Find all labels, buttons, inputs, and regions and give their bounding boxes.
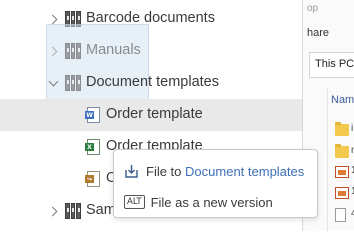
chevron-right-icon[interactable] [49, 204, 59, 218]
binder-icon [65, 203, 81, 219]
drop-options-popup: File to Document templates ALT File as a… [113, 149, 318, 218]
pane-divider [327, 88, 328, 231]
file-as-new-version-option[interactable]: ALT File as a new version [124, 191, 273, 213]
tree-item-label: Document templates [86, 74, 219, 90]
ribbon-tab-share[interactable]: hare [307, 27, 329, 39]
tree-item-order-template-word[interactable]: W Order template [0, 99, 302, 131]
window-title: op [307, 3, 319, 14]
folder-icon[interactable] [335, 144, 349, 158]
column-header-name[interactable]: Nam [331, 94, 354, 106]
file-name[interactable]: i [351, 123, 353, 134]
new-version-label: File as a new version [150, 194, 273, 210]
file-to-target: Document templates [185, 163, 305, 179]
linked-document-icon: ↪ [85, 171, 100, 187]
excel-document-icon: X [85, 139, 100, 155]
file-to-option[interactable]: File to Document templates [124, 160, 304, 182]
image-file-icon[interactable] [335, 166, 349, 178]
tree-item-label: Order template [106, 106, 203, 122]
file-to-prefix: File to [146, 163, 182, 179]
chevron-down-icon[interactable] [47, 78, 61, 88]
tree-item-label: Sam [86, 202, 116, 218]
tree-item-document-templates[interactable]: Document templates [0, 67, 302, 99]
binder-icon [65, 75, 81, 91]
word-document-icon: W [85, 107, 100, 123]
chevron-right-icon[interactable] [49, 44, 59, 58]
tree-item-manuals[interactable]: Manuals [0, 35, 302, 67]
alt-key-badge: ALT [124, 195, 145, 209]
tree-item-label: Manuals [86, 42, 141, 58]
address-bar[interactable]: This PC [309, 52, 354, 78]
binder-icon [65, 43, 81, 59]
folder-icon[interactable] [335, 122, 349, 136]
page-file-icon[interactable] [335, 208, 346, 222]
image-file-icon[interactable] [335, 187, 349, 199]
file-into-icon [124, 164, 139, 179]
